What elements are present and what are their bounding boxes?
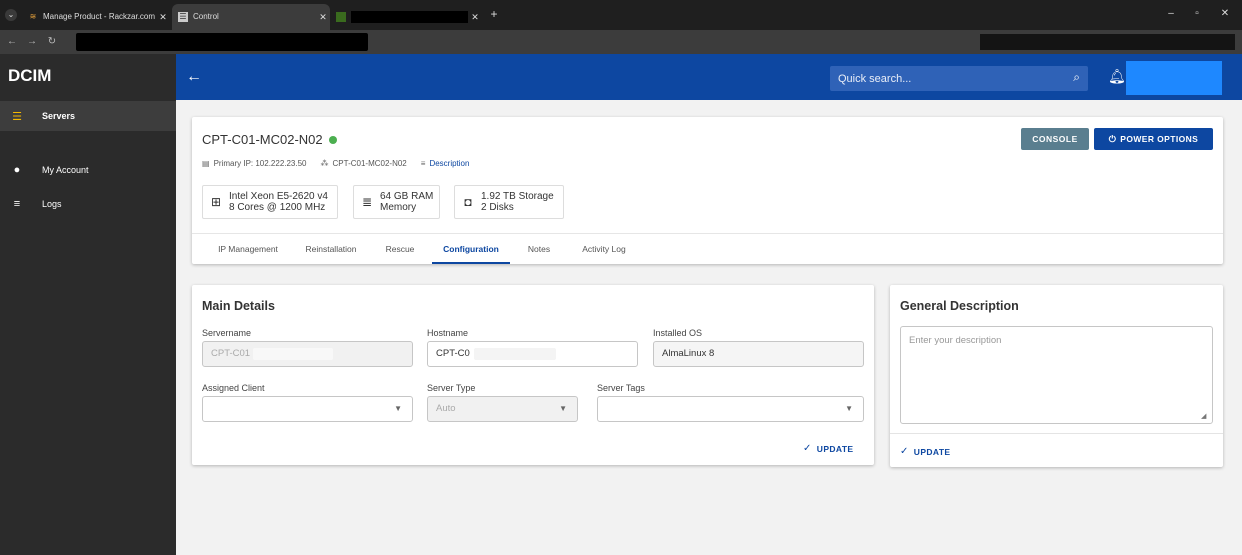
user-menu[interactable] [1126, 61, 1222, 95]
update-main-details-button[interactable]: ✓ UPDATE [803, 443, 854, 454]
sidebar-item-servers[interactable]: ☰ Servers [0, 101, 176, 131]
ram-spec: ≣ 64 GB RAM Memory [353, 185, 440, 219]
power-icon: ⏻ [1108, 133, 1117, 144]
close-icon[interactable]: ✕ [468, 7, 482, 27]
forward-nav-icon[interactable]: → [24, 34, 40, 50]
browser-tab-control[interactable]: ☰ Control ✕ [172, 4, 330, 30]
back-arrow-icon[interactable]: ← [186, 67, 202, 87]
sidebar-item-label: Logs [42, 199, 62, 209]
search-icon[interactable]: ⌕ [1073, 70, 1080, 85]
tab-title: Control [193, 12, 219, 21]
new-tab-icon[interactable]: + [484, 4, 504, 24]
cpu-icon: ⊞ [210, 195, 222, 209]
tab-reinstallation[interactable]: Reinstallation [296, 234, 366, 264]
sidebar-item-my-account[interactable]: ● My Account [0, 155, 176, 185]
window-close-icon[interactable]: ✕ [1214, 6, 1236, 22]
network-icon: ⁂ [320, 159, 329, 168]
person-icon: ● [13, 164, 21, 176]
reload-icon[interactable]: ↻ [44, 34, 60, 50]
sidebar-item-label: Servers [42, 111, 76, 121]
server-tabs: IP Management Reinstallation Rescue Conf… [192, 233, 1223, 264]
description-link[interactable]: ≡ Description [421, 159, 470, 168]
browser-tab-bar: ⌄ ≋ Manage Product - Rackzar.com ✕ ☰ Con… [0, 0, 1242, 30]
back-nav-icon[interactable]: ← [4, 34, 20, 50]
assigned-client-select[interactable]: ▼ [202, 396, 413, 422]
server-tags-select[interactable]: ▼ [597, 396, 864, 422]
ip-icon: ▤ [202, 159, 210, 168]
tab-title: Manage Product - Rackzar.com [43, 12, 156, 21]
tab-activity-log[interactable]: Activity Log [572, 234, 636, 264]
server-summary-card: CPT-C01-MC02-N02 ▤ Primary IP: 102.222.2… [192, 117, 1223, 264]
check-icon: ✓ [900, 446, 909, 457]
update-description-button[interactable]: ✓ UPDATE [900, 446, 951, 457]
redacted-block [351, 10, 468, 23]
assigned-client-label: Assigned Client [202, 383, 265, 393]
installed-os-label: Installed OS [653, 328, 703, 338]
app-header: ← ⌕ 🔔︎ [176, 54, 1242, 100]
sidebar-item-logs[interactable]: ≡ Logs [0, 189, 176, 219]
redacted-block [253, 348, 333, 360]
main-details-card: Main Details Servername CPT-C01 Hostname… [192, 285, 874, 465]
chevron-down-icon: ▼ [845, 404, 853, 413]
main-content: CPT-C01-MC02-N02 ▤ Primary IP: 102.222.2… [176, 100, 1242, 555]
server-title: CPT-C01-MC02-N02 [202, 132, 337, 147]
hostname-label: Hostname [427, 328, 469, 338]
main-details-title: Main Details [202, 299, 275, 313]
bell-icon[interactable]: 🔔︎ [1108, 68, 1126, 85]
status-online-indicator [328, 135, 337, 144]
quick-search: ⌕ [830, 66, 1088, 91]
storage-icon: ◘ [464, 195, 472, 209]
hostname-field[interactable]: CPT-C0 [427, 341, 638, 367]
server-type-label: Server Type [427, 383, 476, 393]
tab-rescue[interactable]: Rescue [378, 234, 422, 264]
browser-toolbar-extensions [980, 34, 1235, 50]
storage-spec: ◘ 1.92 TB Storage 2 Disks [454, 185, 564, 219]
close-icon[interactable]: ✕ [156, 7, 170, 27]
server-tags-label: Server Tags [597, 383, 645, 393]
list-icon: ≡ [13, 198, 21, 210]
browser-address-bar: ← → ↻ [0, 30, 1242, 54]
servername-field: CPT-C01 [202, 341, 413, 367]
close-icon[interactable]: ✕ [316, 7, 330, 27]
servername-label: Servername [202, 328, 252, 338]
server-name: CPT-C01-MC02-N02 [202, 132, 323, 147]
divider [890, 433, 1223, 434]
page-favicon-icon: ☰ [178, 12, 188, 22]
sidebar: DCIM ☰ Servers ● My Account ≡ Logs [0, 54, 176, 555]
tab-ip-management[interactable]: IP Management [206, 234, 290, 264]
chevron-down-icon: ▼ [559, 404, 567, 413]
redacted-block [474, 348, 556, 360]
app-brand: DCIM [8, 66, 52, 85]
primary-ip: ▤ Primary IP: 102.222.23.50 [202, 159, 307, 168]
page-favicon-icon [336, 12, 346, 22]
rackzar-favicon-icon: ≋ [29, 12, 37, 21]
minimize-icon[interactable]: – [1160, 6, 1182, 22]
description-textarea[interactable] [900, 326, 1213, 424]
url-field[interactable] [76, 33, 368, 51]
general-description-title: General Description [900, 299, 1019, 313]
lines-icon: ≡ [420, 159, 426, 168]
resize-handle-icon[interactable]: ◢ [1201, 412, 1206, 420]
power-options-button[interactable]: ⏻ POWER OPTIONS [1094, 128, 1213, 150]
server-meta: ▤ Primary IP: 102.222.23.50 ⁂ CPT-C01-MC… [202, 159, 483, 168]
tab-notes[interactable]: Notes [520, 234, 558, 264]
memory-icon: ≣ [361, 195, 373, 209]
maximize-icon[interactable]: ▫ [1186, 6, 1208, 22]
console-button[interactable]: CONSOLE [1021, 128, 1089, 150]
tab-configuration[interactable]: Configuration [432, 234, 510, 264]
cpu-spec: ⊞ Intel Xeon E5-2620 v4 8 Cores @ 1200 M… [202, 185, 338, 219]
server-type-select: Auto ▼ [427, 396, 578, 422]
server-rack-icon: ☰ [12, 110, 22, 123]
search-input[interactable] [830, 66, 1058, 91]
browser-tab-rackzar[interactable]: ≋ Manage Product - Rackzar.com ✕ [24, 4, 170, 30]
browser-tab-redacted[interactable]: ✕ [332, 4, 482, 30]
check-icon: ✓ [803, 443, 812, 454]
sidebar-item-label: My Account [42, 165, 89, 175]
general-description-card: General Description ◢ ✓ UPDATE [890, 285, 1223, 467]
installed-os-field[interactable]: AlmaLinux 8 [653, 341, 864, 367]
chevron-down-icon: ▼ [394, 404, 402, 413]
tab-search-icon[interactable]: ⌄ [5, 9, 17, 21]
node-name: ⁂ CPT-C01-MC02-N02 [320, 159, 407, 168]
